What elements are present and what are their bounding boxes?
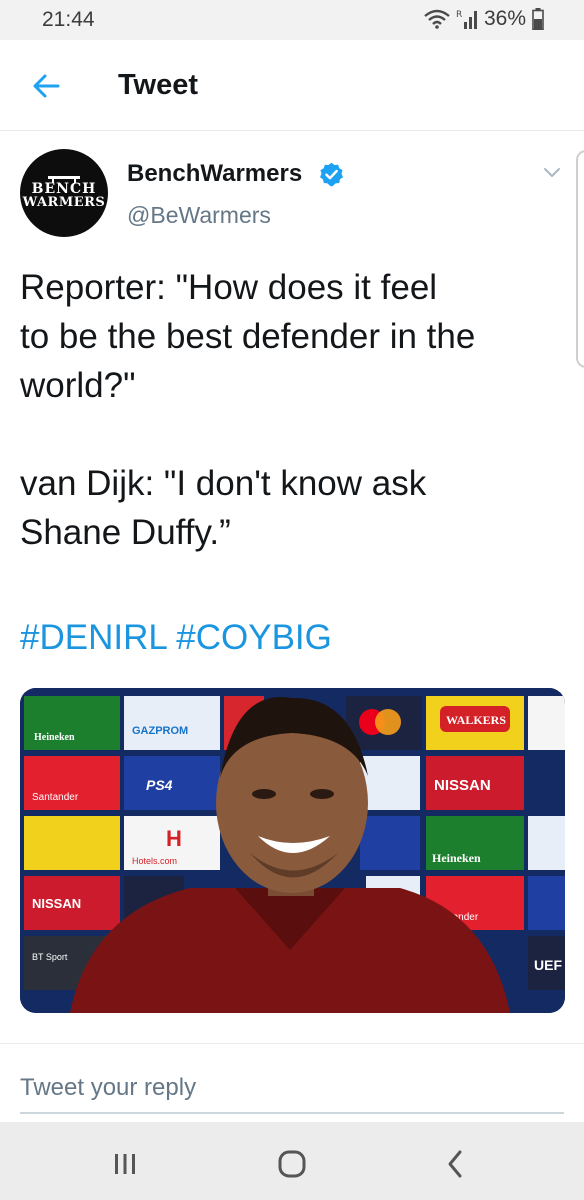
status-time: 21:44: [42, 8, 95, 31]
svg-text:Heineken: Heineken: [432, 851, 481, 865]
photo-illustration: Heineken GAZPROM WALKERS Santander PS4 N…: [20, 688, 565, 1013]
svg-text:UEF: UEF: [534, 957, 562, 973]
svg-text:PS4: PS4: [146, 777, 173, 793]
chevron-down-icon[interactable]: [542, 162, 562, 182]
app-bar: Tweet: [0, 40, 584, 131]
tweet-photo[interactable]: Heineken GAZPROM WALKERS Santander PS4 N…: [20, 688, 565, 1013]
svg-text:GAZPROM: GAZPROM: [132, 725, 188, 737]
tweet-text: Reporter: "How does it feel to be the be…: [20, 268, 476, 552]
back-icon[interactable]: [436, 1144, 476, 1184]
hashtags: #DENIRL #COYBIG: [20, 613, 332, 662]
wifi-icon: [424, 9, 450, 29]
svg-text:Heineken: Heineken: [34, 732, 75, 743]
svg-text:NISSAN: NISSAN: [434, 777, 491, 794]
svg-text:Hotels.com: Hotels.com: [132, 856, 177, 866]
svg-text:WALKERS: WALKERS: [446, 713, 506, 727]
sponsor-tile: [360, 816, 420, 870]
user-handle[interactable]: @BeWarmers: [127, 202, 271, 229]
svg-text:R: R: [456, 10, 462, 20]
sponsor-tile: [528, 816, 565, 870]
display-name[interactable]: BenchWarmers: [127, 160, 302, 188]
system-nav-bar: [0, 1122, 584, 1200]
avatar[interactable]: BENCH WARMERS: [20, 149, 108, 237]
page-title: Tweet: [118, 69, 199, 101]
scroll-indicator: [576, 150, 584, 368]
recent-apps-icon[interactable]: [105, 1144, 145, 1184]
status-icons: R 36%: [424, 7, 544, 31]
back-arrow-icon[interactable]: [30, 70, 62, 102]
divider: [0, 1043, 584, 1044]
svg-text:Santander: Santander: [32, 792, 79, 803]
sponsor-tile: [528, 876, 565, 930]
sponsor-tile: [360, 756, 420, 810]
svg-text:BT Sport: BT Sport: [32, 952, 68, 962]
svg-text:H: H: [166, 826, 182, 851]
hashtag-link[interactable]: #COYBIG: [176, 618, 332, 657]
sponsor-tile: [528, 696, 565, 750]
battery-icon: [532, 8, 544, 30]
reply-input[interactable]: [20, 1064, 564, 1114]
battery-level: 36%: [483, 7, 526, 30]
signal-icon: R: [456, 10, 477, 29]
verified-badge-icon: [320, 162, 343, 187]
sponsor-tile: [124, 696, 220, 750]
sponsor-tile: [24, 816, 120, 870]
svg-text:NISSAN: NISSAN: [32, 896, 81, 911]
avatar-logo-line2: WARMERS: [22, 195, 106, 210]
home-icon[interactable]: [272, 1144, 312, 1184]
status-bar: 21:44 R 36%: [0, 0, 584, 40]
hashtag-link[interactable]: #DENIRL: [20, 618, 167, 657]
